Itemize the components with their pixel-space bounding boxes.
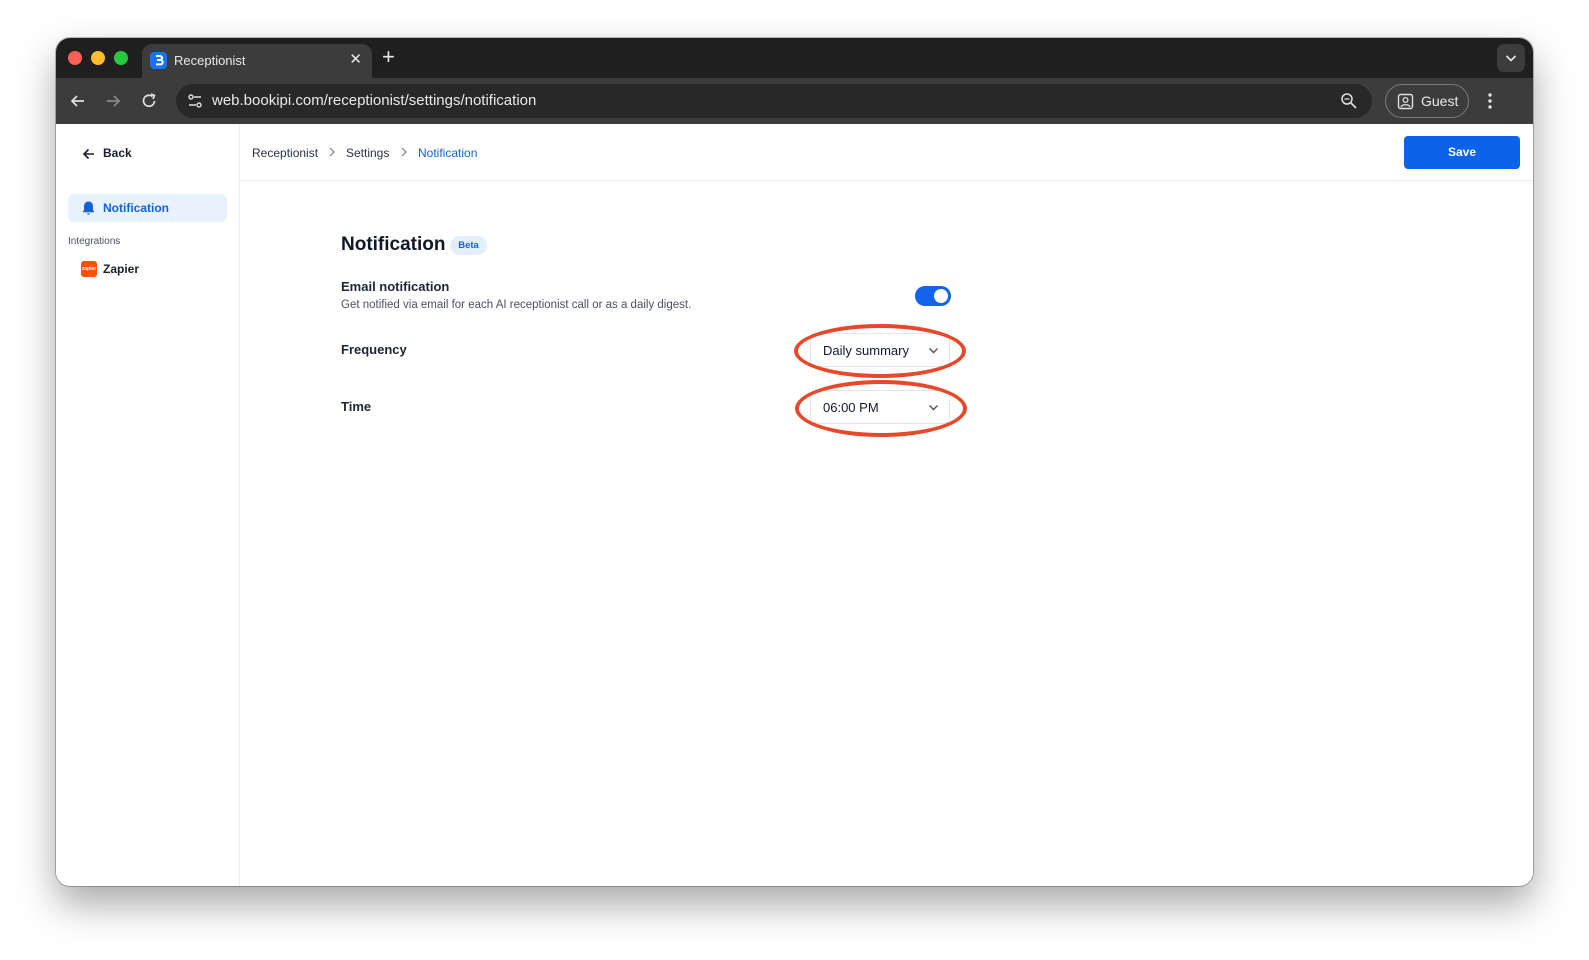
chevron-right-icon xyxy=(329,147,335,157)
arrow-left-icon xyxy=(82,148,94,160)
frequency-label: Frequency xyxy=(341,342,407,357)
tab-strip: Receptionist ✕ + xyxy=(56,38,1533,78)
breadcrumb-notification: Notification xyxy=(418,146,478,160)
email-notification-description: Get notified via email for each AI recep… xyxy=(341,299,692,311)
close-icon[interactable]: ✕ xyxy=(349,51,362,69)
page-title: Notification xyxy=(341,234,446,255)
sidebar-item-notification[interactable]: Notification xyxy=(68,194,227,222)
forward-arrow-icon[interactable] xyxy=(103,91,123,111)
new-tab-icon[interactable]: + xyxy=(382,45,395,69)
close-window-button[interactable] xyxy=(68,51,82,65)
tab-receptionist[interactable]: Receptionist ✕ xyxy=(142,44,372,78)
profile-label: Guest xyxy=(1421,93,1459,109)
integrations-heading: Integrations xyxy=(68,236,121,247)
sidebar: Back Notification Integrations zapier Za… xyxy=(56,124,240,886)
page-header: Receptionist Settings Notification Save xyxy=(240,124,1533,181)
site-settings-icon[interactable] xyxy=(186,92,204,110)
bell-icon xyxy=(82,201,95,215)
tab-search-button[interactable] xyxy=(1497,44,1525,72)
browser-window: Receptionist ✕ + web.bookipi.com/recepti… xyxy=(56,38,1533,886)
more-menu-icon[interactable] xyxy=(1480,91,1500,111)
email-notification-toggle[interactable] xyxy=(915,286,951,306)
annotation-circle xyxy=(794,324,966,378)
url-text: web.bookipi.com/receptionist/settings/no… xyxy=(212,92,537,109)
tab-title: Receptionist xyxy=(174,53,246,68)
bookipi-favicon-icon xyxy=(150,52,167,69)
sidebar-item-zapier[interactable]: zapier Zapier xyxy=(81,260,231,278)
sidebar-item-label: Notification xyxy=(103,201,169,215)
zoom-icon[interactable] xyxy=(1340,92,1358,110)
address-bar[interactable]: web.bookipi.com/receptionist/settings/no… xyxy=(176,84,1372,118)
minimize-window-button[interactable] xyxy=(91,51,105,65)
annotation-circle xyxy=(795,380,967,437)
maximize-window-button[interactable] xyxy=(114,51,128,65)
sidebar-item-label: Zapier xyxy=(103,262,140,276)
toggle-knob xyxy=(934,289,948,303)
email-notification-label: Email notification xyxy=(341,279,450,294)
breadcrumb-receptionist[interactable]: Receptionist xyxy=(252,146,318,160)
breadcrumb-settings[interactable]: Settings xyxy=(346,146,389,160)
profile-button[interactable]: Guest xyxy=(1385,84,1469,118)
save-button[interactable]: Save xyxy=(1404,136,1520,169)
chevron-right-icon xyxy=(401,147,407,157)
back-label: Back xyxy=(103,146,132,160)
chevron-down-icon xyxy=(1505,55,1517,62)
time-label: Time xyxy=(341,399,372,414)
beta-badge: Beta xyxy=(450,236,487,255)
zapier-logo: zapier xyxy=(81,261,97,277)
browser-toolbar: web.bookipi.com/receptionist/settings/no… xyxy=(56,78,1533,124)
reload-icon[interactable] xyxy=(139,91,159,111)
back-arrow-icon[interactable] xyxy=(68,91,88,111)
settings-content: Notification Beta Email notification Get… xyxy=(240,181,1533,886)
person-icon xyxy=(1397,93,1414,110)
app-area: Back Notification Integrations zapier Za… xyxy=(56,124,1533,886)
